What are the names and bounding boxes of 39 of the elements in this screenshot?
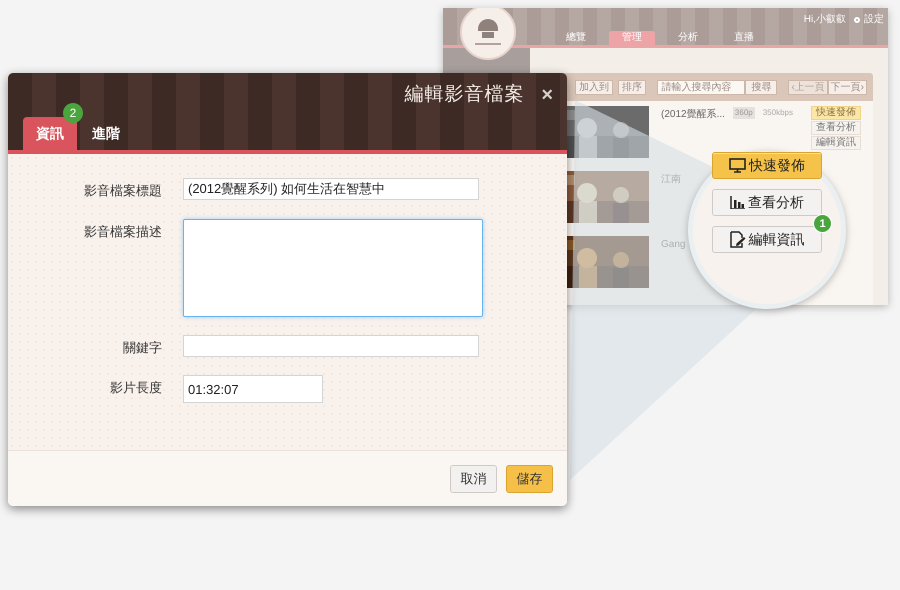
nav-tab[interactable]: 管理 <box>609 31 655 45</box>
search-button[interactable]: 搜尋 <box>745 80 778 94</box>
cancel-button[interactable]: 取消 <box>450 464 497 492</box>
settings-link[interactable]: 設定 <box>864 12 884 27</box>
dialog-tab[interactable]: 資訊 <box>23 117 77 150</box>
previous-page-button[interactable]: ‹上一頁 <box>788 80 828 94</box>
bitrate-text: 350kbps <box>762 107 793 119</box>
field-label: 影音檔案標題 <box>83 182 162 200</box>
nav-tab[interactable]: 總覽 <box>553 31 599 45</box>
add-to-button[interactable]: 加入到 <box>575 80 613 94</box>
action-button[interactable]: 快速發佈 <box>811 106 861 120</box>
save-button[interactable]: 儲存 <box>506 464 553 492</box>
duration-field[interactable]: 01:32:07 <box>183 375 323 403</box>
text-field[interactable]: (2012覺醒系列) 如何生活在智慧中 <box>183 178 479 200</box>
quality-tag: 360p <box>732 107 755 119</box>
nav-tab[interactable]: 直播 <box>721 31 767 45</box>
field-label: 影音檔案描述 <box>83 222 162 240</box>
quick-publish-button[interactable]: 快速發佈 <box>712 152 822 179</box>
bar-chart-icon <box>730 196 745 209</box>
action-button[interactable]: 編輯資訊 <box>811 136 861 150</box>
field-label: 關鍵字 <box>122 338 162 356</box>
gear-icon <box>854 16 860 22</box>
edit-document-icon <box>730 231 746 248</box>
notification-badge: 1 <box>813 214 832 233</box>
close-button[interactable]: × <box>541 85 553 105</box>
text-field[interactable] <box>183 334 479 356</box>
view-analytics-button[interactable]: 查看分析 <box>712 189 822 216</box>
dialog-title: 編輯影音檔案 <box>404 82 524 107</box>
description-field[interactable] <box>183 218 483 316</box>
action-button[interactable]: 查看分析 <box>811 121 861 135</box>
field-label: 影片長度 <box>109 379 162 397</box>
search-field[interactable]: 請輸入搜尋內容 <box>657 80 746 94</box>
edit-info-button[interactable]: 編輯資訊 <box>712 226 822 253</box>
sort-button[interactable]: 排序 <box>618 80 646 94</box>
user-name[interactable]: Hi,小叡叡 <box>804 12 846 27</box>
video-title[interactable]: (2012覺醒系... <box>661 107 725 122</box>
nav-tab[interactable]: 分析 <box>665 31 711 45</box>
monitor-icon <box>729 158 746 173</box>
next-page-button[interactable]: 下一頁› <box>828 80 867 94</box>
